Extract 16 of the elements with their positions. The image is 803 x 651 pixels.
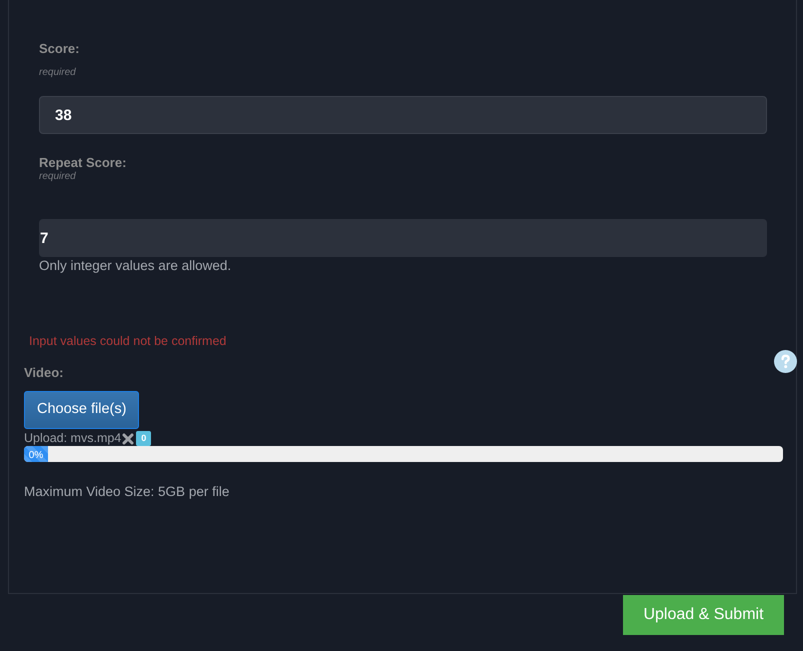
upload-filename: Upload: mvs.mp4 <box>24 431 122 446</box>
required-note: required <box>39 67 76 79</box>
remove-x-icon[interactable] <box>122 433 134 445</box>
input-field[interactable]: 7 <box>39 219 767 257</box>
required-note: required <box>39 171 76 183</box>
video-size-limit: Maximum Video Size: 5GB per file <box>24 483 230 501</box>
choose-files-button[interactable]: Choose file(s) <box>24 391 140 429</box>
video-label: Video: <box>24 365 64 381</box>
help-icon[interactable] <box>774 350 797 373</box>
input-field[interactable]: 38 <box>39 96 767 134</box>
progress-fill: 0% <box>24 446 48 462</box>
field-hint: Only integer values are allowed. <box>39 257 232 275</box>
count-badge: 0 <box>136 431 152 446</box>
field-label: Score: <box>39 41 80 57</box>
error-message: Input values could not be confirmed <box>29 333 226 350</box>
field-label: Repeat Score: <box>39 155 126 171</box>
